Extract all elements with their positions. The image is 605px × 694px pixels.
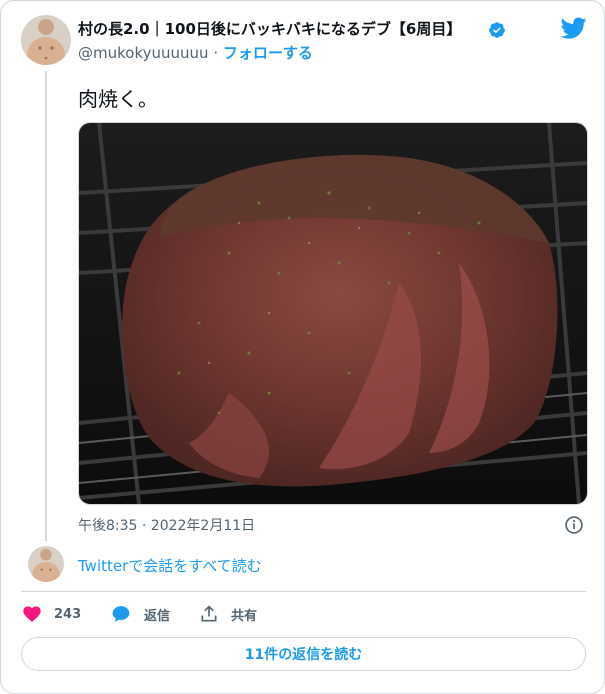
handle-separator: · (213, 44, 219, 62)
share-label: 共有 (231, 608, 258, 624)
reply-action[interactable]: 返信 (110, 604, 170, 624)
like-action[interactable]: 243 (22, 604, 81, 624)
read-replies-button[interactable]: 11件の返信を読む (21, 637, 586, 671)
follow-button[interactable]: フォローする (223, 44, 313, 62)
tweet-card: 村の長2.0｜100日後にバッキバキになるデブ【6周目】 @mukokyuuuu… (0, 0, 605, 694)
heart-icon (23, 606, 41, 622)
tweet-timestamp[interactable]: 午後8:35 · 2022年2月11日 (78, 515, 255, 535)
tweet-photo[interactable] (78, 122, 588, 505)
tweet-text: 肉焼く。 (78, 87, 158, 111)
share-icon (201, 605, 217, 622)
divider (21, 591, 586, 592)
read-conversation-link[interactable]: Twitterで会話をすべて読む (78, 555, 262, 576)
info-icon[interactable] (564, 515, 584, 535)
author-handle[interactable]: @mukokyuuuuuu (78, 44, 209, 62)
conversation-avatar (28, 546, 64, 582)
twitter-bird-icon[interactable] (561, 15, 587, 41)
author-avatar[interactable] (21, 15, 71, 65)
like-count: 243 (54, 606, 82, 622)
reply-label: 返信 (144, 608, 171, 624)
reply-bubble-icon (112, 606, 130, 622)
share-action[interactable]: 共有 (199, 604, 257, 624)
author-display-name[interactable]: 村の長2.0｜100日後にバッキバキになるデブ【6周目】 (78, 18, 461, 39)
author-handle-row: @mukokyuuuuuu · フォローする (78, 42, 313, 63)
verified-badge-icon (489, 22, 505, 38)
thread-line (45, 71, 47, 541)
